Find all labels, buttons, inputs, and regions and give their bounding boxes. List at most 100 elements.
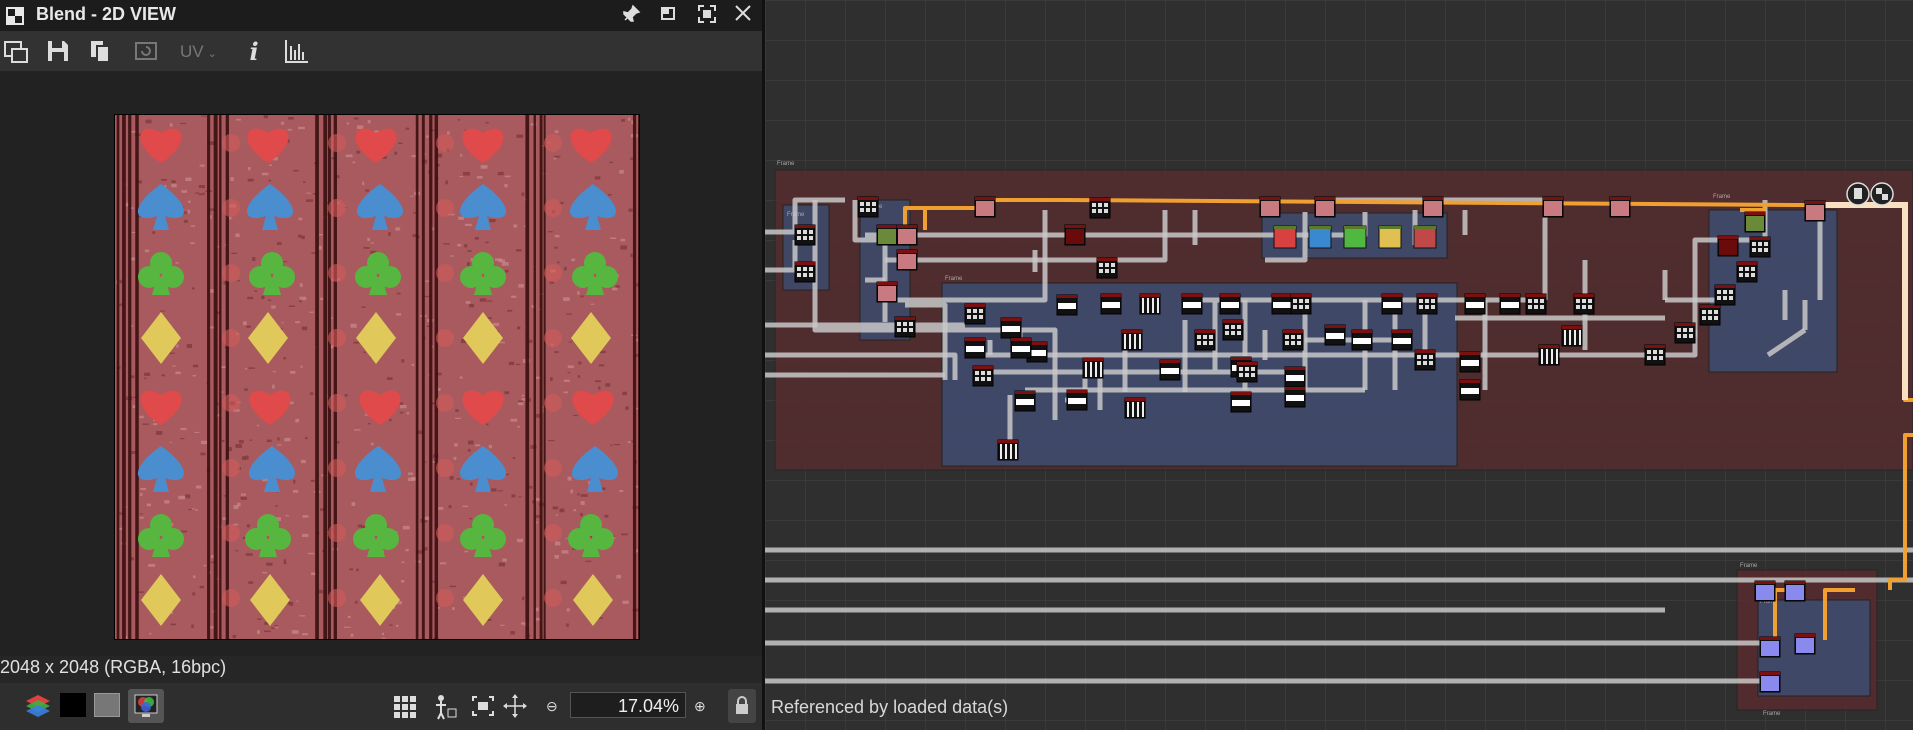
graph-node — [1699, 304, 1721, 326]
node-thumb — [1569, 330, 1571, 345]
uv-dropdown[interactable]: UV ⌄ — [180, 42, 217, 62]
graph-node — [1000, 317, 1022, 339]
node-thumb — [1423, 361, 1427, 365]
node-thumb — [1015, 444, 1017, 459]
node-header — [1011, 338, 1031, 341]
zoom-out-icon[interactable]: ⊖ — [546, 689, 562, 723]
texture-speckle — [486, 300, 493, 302]
texture-speckle — [186, 344, 192, 349]
texture-dot — [222, 199, 240, 217]
node-header — [1795, 634, 1815, 637]
zoom-in-icon[interactable]: ⊕ — [694, 689, 710, 723]
maximize-icon[interactable] — [694, 4, 720, 28]
close-icon[interactable] — [730, 4, 756, 28]
status-text: Referenced by loaded data(s) — [771, 697, 1009, 717]
texture-speckle — [140, 487, 147, 491]
restore-icon[interactable] — [656, 4, 682, 28]
texture-dot — [544, 524, 562, 542]
node-header — [1182, 294, 1202, 297]
node-thumb — [1393, 338, 1411, 344]
texture-speckle — [160, 178, 167, 181]
texture-speckle — [351, 502, 356, 506]
save-icon[interactable] — [44, 38, 72, 66]
node-thumb — [973, 315, 977, 319]
node-thumb — [1105, 269, 1109, 273]
node-thumb — [1425, 305, 1429, 309]
graph-node — [974, 196, 996, 218]
texture-speckle — [564, 266, 567, 271]
texture-speckle — [594, 176, 601, 180]
rgb-display-icon[interactable] — [128, 689, 164, 723]
zoom-input[interactable]: 17.04% — [570, 692, 686, 718]
color-node-header — [1309, 226, 1331, 229]
texture-speckle — [293, 169, 299, 172]
node-thumb — [860, 202, 864, 206]
texture-speckle — [370, 442, 374, 446]
texture-speckle — [269, 164, 273, 167]
graph-node — [1794, 633, 1816, 655]
node-thumb — [1541, 349, 1543, 364]
node-header — [1718, 236, 1738, 239]
texture-speckle — [347, 615, 351, 619]
black-swatch-icon[interactable] — [60, 693, 86, 717]
texture-speckle — [630, 253, 633, 258]
node-thumb — [1291, 335, 1295, 339]
node-header — [1460, 352, 1480, 355]
info-icon[interactable]: i — [240, 38, 268, 66]
texture-canvas[interactable] — [0, 71, 762, 656]
node-thumb — [1232, 400, 1250, 406]
output-checker-icon — [1876, 188, 1882, 194]
copy-icon[interactable] — [86, 38, 114, 66]
texture-speckle — [598, 386, 601, 390]
texture-stripe — [543, 115, 546, 639]
tile-icon[interactable] — [430, 689, 460, 723]
texture-speckle — [199, 164, 205, 167]
node-thumb — [1353, 338, 1371, 344]
texture-speckle — [401, 580, 405, 583]
fit-icon[interactable] — [468, 689, 498, 723]
refresh-icon[interactable] — [132, 38, 160, 66]
texture-speckle — [580, 501, 585, 505]
node-thumb — [987, 377, 991, 381]
texture-speckle — [310, 479, 315, 482]
node-thumb — [1245, 367, 1249, 371]
texture-speckle — [361, 306, 366, 308]
node-header — [973, 366, 993, 369]
texture-speckle — [240, 493, 246, 496]
texture-speckle — [370, 242, 375, 244]
copy-view-icon[interactable] — [2, 38, 30, 66]
node-thumb — [1237, 325, 1241, 329]
node-thumb — [1723, 290, 1727, 294]
node-thumb — [797, 236, 801, 240]
pin-icon[interactable] — [618, 4, 644, 28]
texture-dot — [222, 134, 240, 152]
layers-icon[interactable] — [22, 689, 56, 723]
graph-node — [1759, 671, 1781, 693]
texture-speckle — [171, 180, 176, 184]
color-node-body — [1413, 225, 1437, 249]
node-thumb — [1161, 368, 1179, 374]
texture-speckle — [261, 295, 265, 299]
graph-node — [1499, 293, 1521, 315]
graph-node — [1459, 379, 1481, 401]
texture-speckle — [296, 600, 299, 602]
gray-swatch-icon[interactable] — [94, 693, 120, 717]
texture-speckle — [511, 295, 517, 298]
node-header — [795, 262, 815, 265]
lock-icon[interactable] — [728, 689, 756, 723]
texture-speckle — [580, 494, 588, 497]
texture-speckle — [169, 123, 173, 127]
node-thumb — [1653, 356, 1657, 360]
node-thumb — [1005, 444, 1007, 459]
node-thumb — [1582, 305, 1586, 309]
node-header — [1760, 672, 1780, 675]
texture-speckle — [510, 631, 515, 635]
node-graph[interactable]: FrameFrameFrameFrameFrameFrameFrameFrame — [765, 0, 1913, 730]
grid-icon[interactable] — [390, 689, 420, 723]
node-thumb — [1209, 335, 1213, 339]
texture-speckle — [139, 415, 144, 419]
histogram-icon[interactable] — [282, 38, 310, 66]
texture-speckle — [479, 298, 487, 302]
graph-view[interactable]: FrameFrameFrameFrameFrameFrameFrameFrame… — [765, 0, 1913, 730]
center-icon[interactable] — [500, 689, 530, 723]
